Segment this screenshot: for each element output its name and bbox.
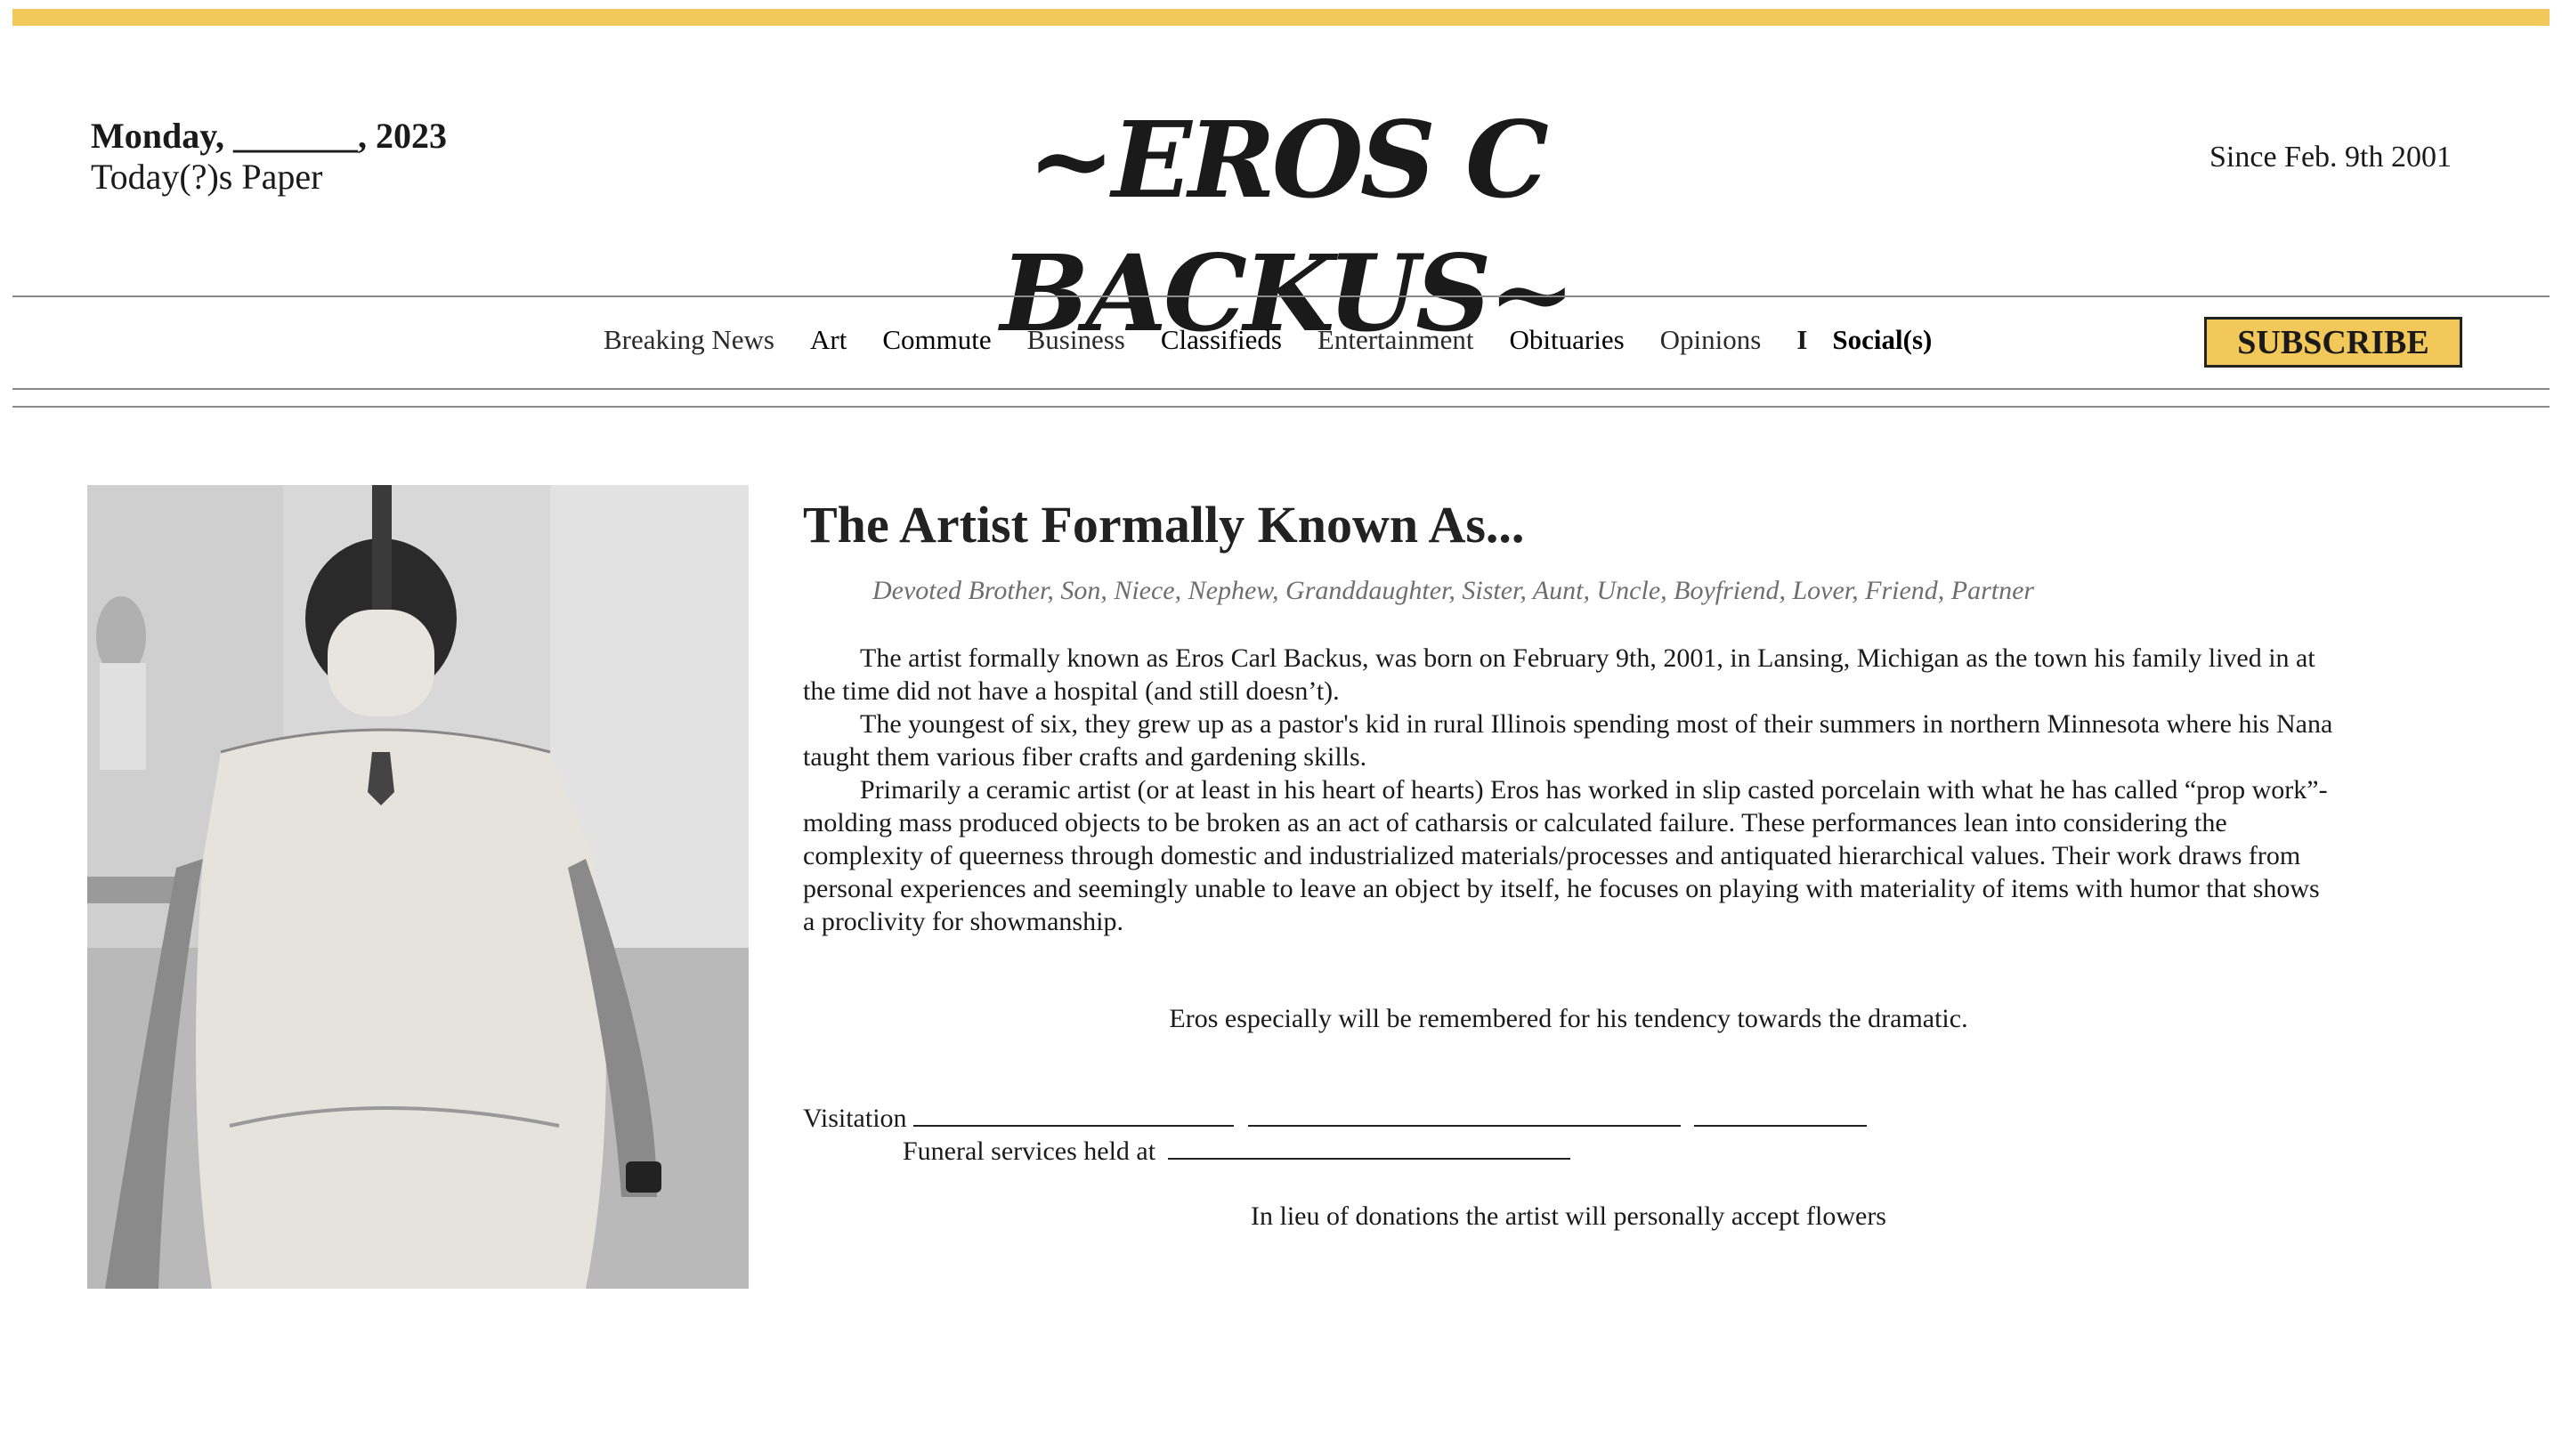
visitation-blank-2	[1247, 1104, 1681, 1127]
visitation-block: Visitation Funeral services held at	[803, 1102, 2334, 1168]
funeral-line: Funeral services held at	[903, 1135, 2334, 1168]
visitation-blank-3	[1694, 1104, 1868, 1127]
obituary-article: The Artist Formally Known As... Devoted …	[803, 485, 2334, 1232]
since-date: Since Feb. 9th 2001	[2209, 141, 2452, 174]
visitation-label: Visitation	[803, 1104, 907, 1133]
funeral-blank	[1167, 1136, 1570, 1160]
article-body: The artist formally known as Eros Carl B…	[803, 642, 2334, 938]
lieu-line: In lieu of donations the artist will per…	[1251, 1201, 1886, 1231]
nav-entertainment[interactable]: Entertainment	[1317, 324, 1474, 356]
artist-photo	[87, 485, 749, 1289]
article-paragraph: The youngest of six, they grew up as a p…	[803, 709, 2333, 772]
funeral-label: Funeral services held at	[903, 1136, 1156, 1166]
paper-subtitle: Today(?)s Paper	[91, 157, 323, 197]
subscribe-button[interactable]: SUBSCRIBE	[2204, 317, 2462, 368]
visitation-blank-1	[913, 1104, 1235, 1127]
nav-breaking-news[interactable]: Breaking News	[604, 324, 774, 356]
photo-illustration	[87, 485, 749, 1289]
date-block: Monday, _______, 2023 Today(?)s Paper	[91, 116, 447, 198]
article-tagline: Devoted Brother, Son, Niece, Nephew, Gra…	[872, 576, 2035, 605]
nav-art[interactable]: Art	[810, 324, 847, 356]
remembrance-line: Eros especially will be remembered for h…	[1169, 1004, 1968, 1033]
article-paragraph: Primarily a ceramic artist (or at least …	[803, 775, 2328, 936]
nav-top-rule	[12, 295, 2550, 297]
article-paragraph: The artist formally known as Eros Carl B…	[803, 643, 2315, 706]
nav-business[interactable]: Business	[1027, 324, 1125, 356]
visitation-line: Visitation	[803, 1102, 2334, 1135]
masthead-title[interactable]: ~EROS C BACKUS~	[819, 93, 1754, 360]
article-headline: The Artist Formally Known As...	[803, 496, 1525, 554]
nav-bottom-rule	[12, 388, 2550, 390]
nav-socials[interactable]: Social(s)	[1832, 324, 1932, 356]
nav-classifieds[interactable]: Classifieds	[1161, 324, 1282, 356]
nav-obituaries[interactable]: Obituaries	[1510, 324, 1625, 356]
nav-commute[interactable]: Commute	[882, 324, 991, 356]
nav-opinions[interactable]: Opinions	[1660, 324, 1762, 356]
nav-double-rule	[12, 406, 2550, 408]
nav-separator: I	[1796, 324, 1808, 355]
main-nav: Breaking News Art Commute Business Class…	[604, 324, 1967, 356]
top-accent-bar	[12, 9, 2550, 26]
date-line: Monday, _______, 2023	[91, 116, 448, 156]
